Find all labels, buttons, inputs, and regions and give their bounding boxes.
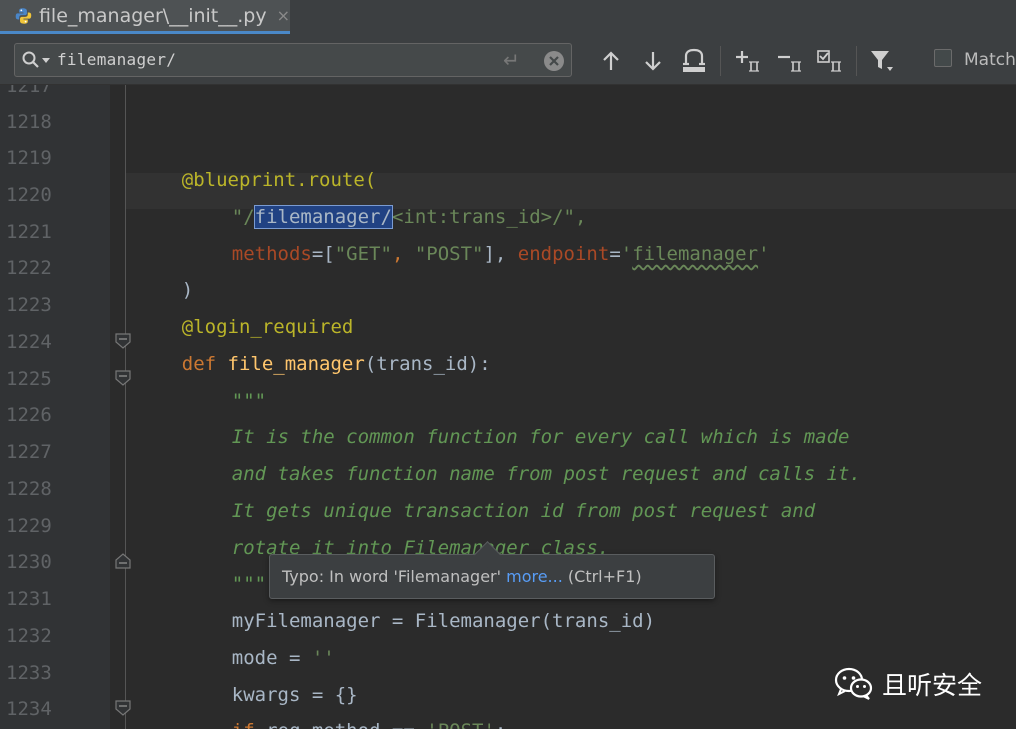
typo-tooltip: Typo: In word 'Filemanager' more... (Ctr… xyxy=(269,541,715,599)
code-editor[interactable]: 1217 1218 1219 1220 1221 1222 1223 1224 … xyxy=(0,85,1016,729)
tooltip-shortcut: (Ctrl+F1) xyxy=(562,567,642,586)
python-file-icon xyxy=(15,7,32,24)
tooltip-text: Typo: In word 'Filemanager' more... (Ctr… xyxy=(282,567,642,586)
search-query: filemanager/ xyxy=(57,50,177,69)
keyword-argument: endpoint xyxy=(517,243,610,265)
line-number: 1234 xyxy=(6,698,52,720)
select-all-matches-button[interactable] xyxy=(816,48,844,74)
line-number: 1227 xyxy=(6,441,52,463)
remove-occurrence-icon xyxy=(778,55,801,72)
string-literal: 'POST' xyxy=(426,720,495,729)
search-field[interactable]: filemanager/ ↵ xyxy=(14,43,572,77)
line-number: 1225 xyxy=(6,368,52,390)
editor-tab-bar: file_manager\__init__.py × xyxy=(0,0,1016,36)
code-token: , xyxy=(391,243,415,265)
toolbar-separator xyxy=(720,46,721,76)
fold-marker-icon[interactable] xyxy=(114,699,132,717)
code-token: = xyxy=(609,243,621,265)
line-number: 1218 xyxy=(6,111,52,133)
next-occurrence-button[interactable] xyxy=(642,48,664,74)
line-number: 1226 xyxy=(6,404,52,426)
filter-search-results-button[interactable] xyxy=(868,48,896,74)
previous-occurrence-button[interactable] xyxy=(600,48,622,74)
code-token: req.method == xyxy=(266,720,426,729)
remove-selection-button[interactable] xyxy=(776,48,804,74)
keyword: if xyxy=(232,720,266,729)
string-literal: ' xyxy=(620,243,633,265)
code-line: if req.method == 'POST': xyxy=(186,698,507,729)
match-case-label[interactable]: Match xyxy=(964,50,1016,70)
filter-icon xyxy=(871,51,893,71)
more-link[interactable]: more... xyxy=(506,567,563,586)
find-all-icon xyxy=(683,48,705,72)
line-number: 1231 xyxy=(6,588,52,610)
line-number: 1223 xyxy=(6,294,52,316)
line-number: 1229 xyxy=(6,515,52,537)
wechat-icon xyxy=(834,667,873,700)
search-history-icon[interactable] xyxy=(21,50,53,70)
select-all-occurrences-button[interactable] xyxy=(680,48,708,74)
code-line: methods=["GET", "POST"], endpoint='filem… xyxy=(186,221,770,287)
string-literal: "GET" xyxy=(334,243,392,265)
line-number: 1232 xyxy=(6,625,52,647)
file-tab[interactable]: file_manager\__init__.py × xyxy=(0,0,290,34)
match-case-checkbox[interactable] xyxy=(934,49,952,67)
line-number: 1222 xyxy=(6,257,52,279)
watermark: 且听安全 xyxy=(834,666,982,702)
select-all-occurrences-icon xyxy=(817,50,841,72)
code-token: : xyxy=(495,720,506,729)
arrow-up-icon xyxy=(603,51,619,70)
string-literal: "POST" xyxy=(414,243,484,265)
line-number: 1230 xyxy=(6,551,52,573)
toolbar-separator xyxy=(856,46,857,76)
line-number: 1228 xyxy=(6,478,52,500)
keyword-argument: methods xyxy=(231,243,312,265)
arrow-down-icon xyxy=(645,52,661,71)
tooltip-message: Typo: In word 'Filemanager' xyxy=(282,567,507,586)
code-token: =[ xyxy=(311,243,335,265)
line-number: 1221 xyxy=(6,221,52,243)
close-tab-icon[interactable]: × xyxy=(277,6,290,25)
string-literal: filemanager xyxy=(632,243,759,265)
enter-icon: ↵ xyxy=(503,48,520,72)
line-number: 1220 xyxy=(6,184,52,206)
tab-title: file_manager\__init__.py xyxy=(38,4,267,27)
code-token: ], xyxy=(483,243,518,265)
add-occurrence-icon xyxy=(736,51,759,72)
code-token: (trans_id): xyxy=(364,353,491,375)
string-literal: ' xyxy=(758,243,770,265)
watermark-text: 且听安全 xyxy=(882,671,983,700)
line-number: 1224 xyxy=(6,331,52,353)
clear-search-icon[interactable] xyxy=(543,50,565,72)
line-number: 1217 xyxy=(6,85,52,97)
fold-end-marker-icon[interactable] xyxy=(114,552,132,570)
find-bar: filemanager/ ↵ Match xyxy=(0,36,1016,85)
fold-marker-icon[interactable] xyxy=(114,369,132,387)
add-selection-for-next-occurrence-button[interactable] xyxy=(734,48,762,74)
line-number: 1219 xyxy=(6,147,52,169)
fold-marker-icon[interactable] xyxy=(114,332,132,350)
line-number: 1233 xyxy=(6,662,52,684)
